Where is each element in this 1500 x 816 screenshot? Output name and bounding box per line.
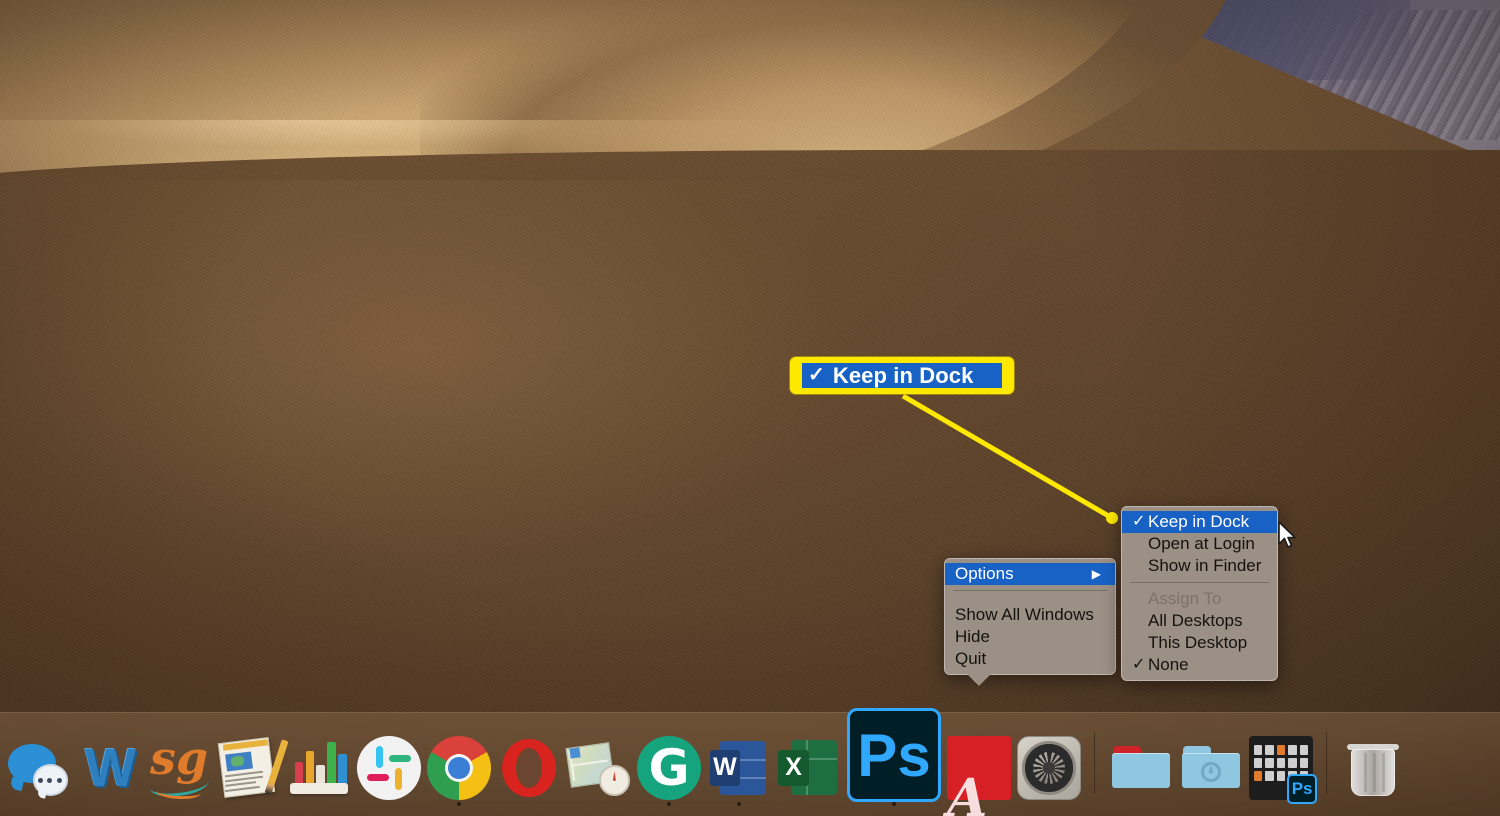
dock-item-excel[interactable]: X — [774, 716, 844, 808]
slack-icon[interactable] — [357, 736, 421, 800]
submenu-item-none-label: None — [1148, 655, 1189, 674]
dock-item-word[interactable]: W — [704, 716, 774, 808]
folder-icon[interactable] — [1109, 736, 1173, 800]
menu-item-quit[interactable]: Quit — [945, 648, 1115, 670]
running-indicator — [457, 802, 461, 806]
dock-item-grammarly[interactable]: G — [634, 716, 704, 808]
opera-icon[interactable] — [497, 736, 561, 800]
dock-separator — [1084, 724, 1106, 808]
dock-item-downloads-folder[interactable] — [1176, 716, 1246, 808]
menu-item-options-label: Options — [955, 564, 1014, 583]
photoshop-icon[interactable]: Ps — [847, 708, 941, 802]
dock-items-strip: W sg G W X Ps A Ps — [0, 708, 1500, 816]
submenu-item-keep-in-dock[interactable]: ✓ Keep in Dock — [1122, 511, 1277, 533]
dock-item-photoshop[interactable]: Ps — [844, 704, 944, 808]
checkmark-icon: ✓ — [808, 364, 825, 386]
dock-item-slack[interactable] — [354, 716, 424, 808]
dock-separator-trash — [1316, 724, 1338, 808]
submenu-item-assign-to-label: Assign To — [1148, 589, 1222, 608]
maps-icon[interactable] — [565, 736, 631, 800]
word-icon[interactable]: W — [707, 736, 771, 800]
menu-item-hide[interactable]: Hide — [945, 626, 1115, 648]
options-submenu[interactable]: ✓ Keep in Dock Open at Login Show in Fin… — [1121, 506, 1278, 681]
dock-item-opera[interactable] — [494, 716, 564, 808]
desktop-wallpaper — [0, 0, 1500, 816]
acrobat-icon[interactable]: A — [947, 736, 1011, 816]
menu-item-quit-label: Quit — [955, 649, 987, 668]
menu-item-show-all-windows[interactable]: Show All Windows — [945, 604, 1115, 626]
word-classic-icon[interactable]: W — [77, 736, 141, 800]
chevron-right-icon: ▶ — [1091, 567, 1101, 581]
menu-spacer — [945, 596, 1115, 604]
numbers-chart-icon[interactable] — [287, 736, 351, 800]
dock-item-news-editor[interactable] — [214, 716, 289, 808]
dock-item-photoshop-stack[interactable]: Ps — [1246, 716, 1317, 808]
menu-item-hide-label: Hide — [955, 627, 990, 646]
dock-item-trash[interactable] — [1338, 716, 1408, 808]
dock-item-numbers[interactable] — [284, 716, 354, 808]
sg-app-icon[interactable]: sg — [147, 731, 211, 800]
news-editor-icon[interactable] — [217, 736, 289, 800]
messages-icon[interactable] — [7, 736, 71, 800]
submenu-item-show-in-finder-label: Show in Finder — [1148, 556, 1262, 575]
stack-icon[interactable]: Ps — [1249, 736, 1317, 804]
menu-item-options[interactable]: Options ▶ — [945, 563, 1115, 585]
callout-inner-highlight: ✓ Keep in Dock — [802, 363, 1002, 388]
dock-item-red-folder[interactable] — [1106, 716, 1176, 808]
submenu-item-all-desktops[interactable]: All Desktops — [1122, 610, 1277, 632]
callout-keep-in-dock: ✓ Keep in Dock — [790, 357, 1014, 394]
dock-item-acrobat[interactable]: A — [944, 716, 1014, 816]
dock-item-maps[interactable] — [564, 716, 634, 808]
excel-icon[interactable]: X — [777, 736, 841, 800]
submenu-item-keep-in-dock-label: Keep in Dock — [1148, 512, 1250, 531]
submenu-item-open-at-login[interactable]: Open at Login — [1122, 533, 1277, 555]
dock-item-system-preferences[interactable] — [1014, 716, 1084, 808]
submenu-item-none[interactable]: ✓ None — [1122, 654, 1277, 676]
running-indicator — [737, 802, 741, 806]
running-indicator — [892, 802, 896, 806]
dock-item-word-classic[interactable]: W — [74, 716, 144, 808]
checkmark-icon: ✓ — [1132, 656, 1146, 673]
submenu-divider — [1130, 582, 1269, 583]
menu-divider — [953, 590, 1107, 591]
downloads-folder-icon[interactable] — [1179, 736, 1243, 800]
menu-tail-pointer — [967, 674, 991, 686]
stack-badge-photoshop: Ps — [1287, 774, 1317, 804]
menu-item-show-all-windows-label: Show All Windows — [955, 605, 1094, 624]
submenu-item-this-desktop[interactable]: This Desktop — [1122, 632, 1277, 654]
dock[interactable]: W sg G W X Ps A Ps — [0, 708, 1500, 816]
submenu-item-this-desktop-label: This Desktop — [1148, 633, 1248, 652]
checkmark-icon: ✓ — [1132, 513, 1146, 530]
dock-app-context-menu[interactable]: Options ▶ Show All Windows Hide Quit — [944, 558, 1116, 686]
gear-icon[interactable] — [1017, 736, 1081, 800]
submenu-item-show-in-finder[interactable]: Show in Finder — [1122, 555, 1277, 577]
chrome-icon[interactable] — [427, 736, 491, 800]
submenu-item-open-at-login-label: Open at Login — [1148, 534, 1255, 553]
dock-item-messages[interactable] — [4, 716, 74, 808]
wallpaper-vignette — [0, 0, 1500, 816]
callout-label: Keep in Dock — [832, 363, 974, 388]
running-indicator — [667, 802, 671, 806]
dock-item-sg-app[interactable]: sg — [144, 716, 214, 808]
dock-item-chrome[interactable] — [424, 716, 494, 808]
mouse-cursor — [1278, 521, 1296, 548]
trash-icon[interactable] — [1341, 736, 1405, 800]
grammarly-icon[interactable]: G — [637, 736, 701, 800]
submenu-item-assign-to: Assign To — [1122, 588, 1277, 610]
submenu-item-all-desktops-label: All Desktops — [1148, 611, 1243, 630]
